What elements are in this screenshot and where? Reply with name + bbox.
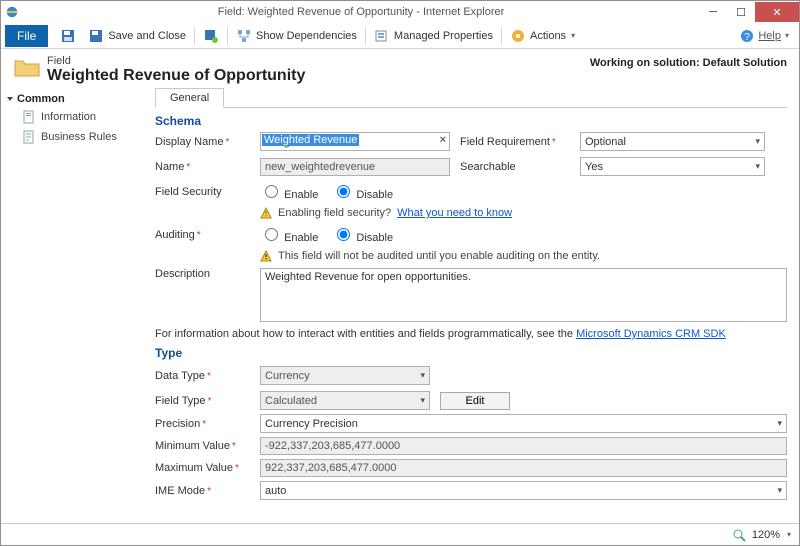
security-warn-link[interactable]: What you need to know <box>397 207 512 219</box>
document-icon <box>21 109 37 125</box>
show-dependencies-label: Show Dependencies <box>256 30 357 42</box>
edit-button[interactable]: Edit <box>440 392 510 410</box>
field-requirement-select[interactable]: Optional▾ <box>580 132 765 151</box>
auditing-label: Auditing <box>155 229 250 241</box>
warning-icon <box>260 250 272 262</box>
titlebar: Field: Weighted Revenue of Opportunity -… <box>1 1 799 23</box>
name-label: Name <box>155 161 250 173</box>
data-type-select: Currency▾ <box>260 366 430 385</box>
min-value-label: Minimum Value <box>155 440 250 452</box>
window-controls: ─ ☐ ✕ <box>699 2 799 22</box>
name-input[interactable] <box>260 158 450 176</box>
auditing-warn-text: This field will not be audited until you… <box>278 250 600 262</box>
svg-text:?: ? <box>745 32 751 43</box>
solution-label: Working on solution: Default Solution <box>590 55 787 69</box>
nav-item-business-rules[interactable]: Business Rules <box>7 127 145 147</box>
minimize-button[interactable]: ─ <box>699 2 727 22</box>
zoom-icon <box>732 528 746 542</box>
description-input[interactable] <box>260 268 787 322</box>
chevron-down-icon[interactable]: ▾ <box>787 530 791 539</box>
precision-select[interactable]: Currency Precision▾ <box>260 414 787 433</box>
save-new-button[interactable] <box>197 28 225 44</box>
display-name-label: Display Name <box>155 136 250 148</box>
status-bar: 120% ▾ <box>1 523 799 545</box>
ie-icon <box>5 5 19 19</box>
maximize-button[interactable]: ☐ <box>727 2 755 22</box>
rules-icon <box>21 129 37 145</box>
managed-properties-button[interactable]: Managed Properties <box>368 28 499 44</box>
window-title: Field: Weighted Revenue of Opportunity -… <box>23 6 699 18</box>
field-security-label: Field Security <box>155 186 250 198</box>
auditing-disable[interactable]: Disable <box>332 225 393 244</box>
separator <box>365 27 366 45</box>
nav-item-information[interactable]: Information <box>7 107 145 127</box>
searchable-label: Searchable <box>460 161 570 173</box>
max-value-input <box>260 459 787 477</box>
actions-label: Actions <box>530 30 566 42</box>
auditing-enable[interactable]: Enable <box>260 225 318 244</box>
save-button[interactable] <box>54 28 82 44</box>
section-schema: Schema <box>155 114 787 128</box>
chevron-down-icon: ▾ <box>420 370 425 381</box>
nav-item-label: Business Rules <box>41 131 117 143</box>
chevron-down-icon: ▾ <box>420 395 425 406</box>
field-type-select: Calculated▾ <box>260 391 430 410</box>
chevron-down-icon: ▾ <box>755 136 760 147</box>
field-requirement-label: Field Requirement <box>460 136 570 148</box>
display-name-input[interactable]: Weighted Revenue × <box>260 132 450 151</box>
actions-menu[interactable]: Actions▾ <box>504 28 581 44</box>
nav-item-label: Information <box>41 111 96 123</box>
help-label: Help <box>758 30 781 42</box>
save-and-close-button[interactable]: Save and Close <box>82 28 192 44</box>
data-type-label: Data Type <box>155 370 250 382</box>
field-security-disable[interactable]: Disable <box>332 182 393 201</box>
ime-mode-label: IME Mode <box>155 485 250 497</box>
help-menu[interactable]: ?Help▾ <box>733 28 795 44</box>
tab-strip: General <box>155 87 787 108</box>
max-value-label: Maximum Value <box>155 462 250 474</box>
entity-type-label: Field <box>47 55 590 67</box>
precision-label: Precision <box>155 418 250 430</box>
clear-icon[interactable]: × <box>440 134 446 146</box>
page-header: Field Weighted Revenue of Opportunity Wo… <box>1 49 799 87</box>
ime-mode-select[interactable]: auto▾ <box>260 481 787 500</box>
content-area: General Schema Display Name Weighted Rev… <box>151 87 799 517</box>
side-nav: Common Information Business Rules <box>1 87 151 517</box>
chevron-down-icon: ▾ <box>777 418 782 429</box>
command-bar: File Save and Close Show Dependencies Ma… <box>1 23 799 49</box>
page-title: Weighted Revenue of Opportunity <box>47 67 590 85</box>
nav-group-common[interactable]: Common <box>7 91 145 107</box>
folder-icon <box>13 55 41 79</box>
show-dependencies-button[interactable]: Show Dependencies <box>230 28 363 44</box>
separator <box>227 27 228 45</box>
tab-general[interactable]: General <box>155 88 224 108</box>
close-button[interactable]: ✕ <box>755 2 799 22</box>
description-label: Description <box>155 268 250 280</box>
sdk-link[interactable]: Microsoft Dynamics CRM SDK <box>576 328 726 340</box>
separator <box>194 27 195 45</box>
field-type-label: Field Type <box>155 395 250 407</box>
sdk-info: For information about how to interact wi… <box>155 328 787 340</box>
file-menu[interactable]: File <box>5 25 48 47</box>
min-value-input <box>260 437 787 455</box>
zoom-level[interactable]: 120% <box>752 529 780 541</box>
section-type: Type <box>155 346 787 360</box>
field-security-enable[interactable]: Enable <box>260 182 318 201</box>
chevron-down-icon: ▾ <box>755 161 760 172</box>
warning-icon <box>260 207 272 219</box>
searchable-select[interactable]: Yes▾ <box>580 157 765 176</box>
managed-properties-label: Managed Properties <box>394 30 493 42</box>
chevron-down-icon: ▾ <box>777 485 782 496</box>
save-and-close-label: Save and Close <box>108 30 186 42</box>
separator <box>501 27 502 45</box>
security-warn-text: Enabling field security? <box>278 207 391 219</box>
